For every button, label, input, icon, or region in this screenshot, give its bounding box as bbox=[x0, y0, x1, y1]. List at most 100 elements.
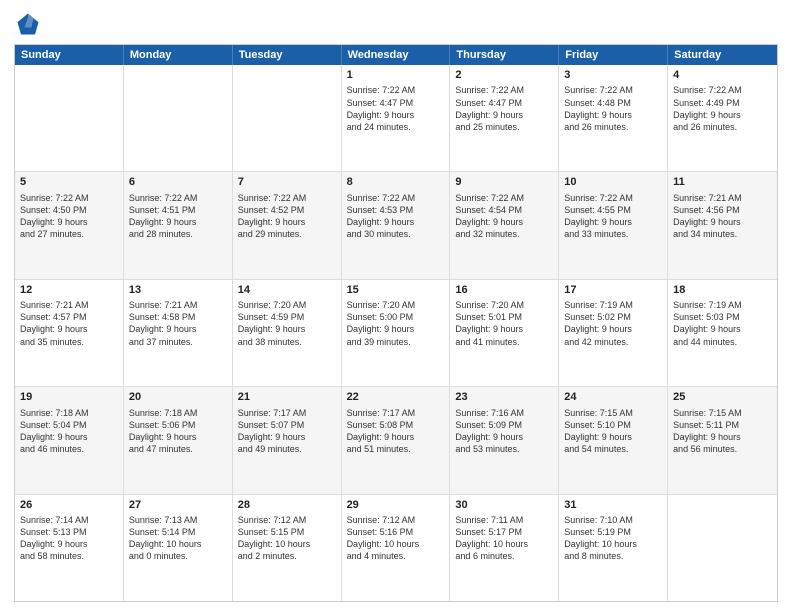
calendar-cell: 28Sunrise: 7:12 AM Sunset: 5:15 PM Dayli… bbox=[233, 495, 342, 601]
cell-info: Sunrise: 7:22 AM Sunset: 4:49 PM Dayligh… bbox=[673, 84, 772, 133]
weekday-header-sunday: Sunday bbox=[15, 45, 124, 65]
cell-info: Sunrise: 7:21 AM Sunset: 4:58 PM Dayligh… bbox=[129, 299, 227, 348]
day-number: 16 bbox=[455, 283, 553, 298]
day-number: 21 bbox=[238, 390, 336, 405]
header bbox=[14, 10, 778, 38]
cell-info: Sunrise: 7:18 AM Sunset: 5:06 PM Dayligh… bbox=[129, 407, 227, 456]
day-number: 13 bbox=[129, 283, 227, 298]
day-number: 28 bbox=[238, 498, 336, 513]
calendar-cell: 19 Sunrise: 7:18 AM Sunset: 5:04 PM Dayli… bbox=[15, 387, 124, 493]
calendar-cell: 21 Sunrise: 7:17 AM Sunset: 5:07 PM Dayli… bbox=[233, 387, 342, 493]
cell-info: Sunrise: 7:16 AM Sunset: 5:09 PM Dayligh… bbox=[455, 407, 553, 456]
calendar-cell: 13Sunrise: 7:21 AM Sunset: 4:58 PM Dayli… bbox=[124, 280, 233, 386]
day-number: 8 bbox=[347, 175, 445, 190]
calendar-cell: 23 Sunrise: 7:16 AM Sunset: 5:09 PM Dayli… bbox=[450, 387, 559, 493]
weekday-header-monday: Monday bbox=[124, 45, 233, 65]
calendar-cell: 18Sunrise: 7:19 AM Sunset: 5:03 PM Dayli… bbox=[668, 280, 777, 386]
day-number: 22 bbox=[347, 390, 445, 405]
cell-info: Sunrise: 7:20 AM Sunset: 4:59 PM Dayligh… bbox=[238, 299, 336, 348]
cell-info: Sunrise: 7:21 AM Sunset: 4:56 PM Dayligh… bbox=[673, 192, 772, 241]
calendar-row-4: 19 Sunrise: 7:18 AM Sunset: 5:04 PM Dayli… bbox=[15, 387, 777, 494]
calendar-row-2: 5Sunrise: 7:22 AM Sunset: 4:50 PM Daylig… bbox=[15, 172, 777, 279]
calendar-cell: 12Sunrise: 7:21 AM Sunset: 4:57 PM Dayli… bbox=[15, 280, 124, 386]
calendar-cell: 26Sunrise: 7:14 AM Sunset: 5:13 PM Dayli… bbox=[15, 495, 124, 601]
cell-info: Sunrise: 7:20 AM Sunset: 5:00 PM Dayligh… bbox=[347, 299, 445, 348]
day-number: 23 bbox=[455, 390, 553, 405]
calendar-cell: 1Sunrise: 7:22 AM Sunset: 4:47 PM Daylig… bbox=[342, 65, 451, 171]
cell-info: Sunrise: 7:19 AM Sunset: 5:03 PM Dayligh… bbox=[673, 299, 772, 348]
calendar-cell: 9Sunrise: 7:22 AM Sunset: 4:54 PM Daylig… bbox=[450, 172, 559, 278]
day-number: 3 bbox=[564, 68, 662, 83]
day-number: 26 bbox=[20, 498, 118, 513]
calendar-header: SundayMondayTuesdayWednesdayThursdayFrid… bbox=[15, 45, 777, 65]
cell-info: Sunrise: 7:22 AM Sunset: 4:51 PM Dayligh… bbox=[129, 192, 227, 241]
day-number: 29 bbox=[347, 498, 445, 513]
calendar-cell: 10Sunrise: 7:22 AM Sunset: 4:55 PM Dayli… bbox=[559, 172, 668, 278]
page: SundayMondayTuesdayWednesdayThursdayFrid… bbox=[0, 0, 792, 612]
day-number: 24 bbox=[564, 390, 662, 405]
cell-info: Sunrise: 7:22 AM Sunset: 4:52 PM Dayligh… bbox=[238, 192, 336, 241]
day-number: 25 bbox=[673, 390, 772, 405]
calendar-cell: 29Sunrise: 7:12 AM Sunset: 5:16 PM Dayli… bbox=[342, 495, 451, 601]
weekday-header-tuesday: Tuesday bbox=[233, 45, 342, 65]
cell-info: Sunrise: 7:15 AM Sunset: 5:11 PM Dayligh… bbox=[673, 407, 772, 456]
weekday-header-saturday: Saturday bbox=[668, 45, 777, 65]
day-number: 30 bbox=[455, 498, 553, 513]
cell-info: Sunrise: 7:18 AM Sunset: 5:04 PM Dayligh… bbox=[20, 407, 118, 456]
calendar-row-5: 26Sunrise: 7:14 AM Sunset: 5:13 PM Dayli… bbox=[15, 495, 777, 601]
calendar-cell: 25 Sunrise: 7:15 AM Sunset: 5:11 PM Dayli… bbox=[668, 387, 777, 493]
calendar-row-3: 12Sunrise: 7:21 AM Sunset: 4:57 PM Dayli… bbox=[15, 280, 777, 387]
day-number: 4 bbox=[673, 68, 772, 83]
cell-info: Sunrise: 7:12 AM Sunset: 5:15 PM Dayligh… bbox=[238, 514, 336, 563]
calendar-cell: 4Sunrise: 7:22 AM Sunset: 4:49 PM Daylig… bbox=[668, 65, 777, 171]
day-number: 10 bbox=[564, 175, 662, 190]
calendar-cell: 5Sunrise: 7:22 AM Sunset: 4:50 PM Daylig… bbox=[15, 172, 124, 278]
cell-info: Sunrise: 7:22 AM Sunset: 4:47 PM Dayligh… bbox=[347, 84, 445, 133]
cell-info: Sunrise: 7:22 AM Sunset: 4:47 PM Dayligh… bbox=[455, 84, 553, 133]
weekday-header-friday: Friday bbox=[559, 45, 668, 65]
calendar-cell: 8 Sunrise: 7:22 AM Sunset: 4:53 PM Daylig… bbox=[342, 172, 451, 278]
cell-info: Sunrise: 7:17 AM Sunset: 5:07 PM Dayligh… bbox=[238, 407, 336, 456]
calendar-cell: 27Sunrise: 7:13 AM Sunset: 5:14 PM Dayli… bbox=[124, 495, 233, 601]
cell-info: Sunrise: 7:10 AM Sunset: 5:19 PM Dayligh… bbox=[564, 514, 662, 563]
day-number: 1 bbox=[347, 68, 445, 83]
day-number: 31 bbox=[564, 498, 662, 513]
day-number: 5 bbox=[20, 175, 118, 190]
cell-info: Sunrise: 7:13 AM Sunset: 5:14 PM Dayligh… bbox=[129, 514, 227, 563]
calendar-row-1: 1Sunrise: 7:22 AM Sunset: 4:47 PM Daylig… bbox=[15, 65, 777, 172]
calendar-cell: 6 Sunrise: 7:22 AM Sunset: 4:51 PM Daylig… bbox=[124, 172, 233, 278]
day-number: 20 bbox=[129, 390, 227, 405]
cell-info: Sunrise: 7:22 AM Sunset: 4:48 PM Dayligh… bbox=[564, 84, 662, 133]
cell-info: Sunrise: 7:11 AM Sunset: 5:17 PM Dayligh… bbox=[455, 514, 553, 563]
day-number: 6 bbox=[129, 175, 227, 190]
calendar-cell bbox=[124, 65, 233, 171]
calendar-cell: 31Sunrise: 7:10 AM Sunset: 5:19 PM Dayli… bbox=[559, 495, 668, 601]
day-number: 11 bbox=[673, 175, 772, 190]
day-number: 19 bbox=[20, 390, 118, 405]
day-number: 7 bbox=[238, 175, 336, 190]
cell-info: Sunrise: 7:20 AM Sunset: 5:01 PM Dayligh… bbox=[455, 299, 553, 348]
calendar-cell: 22 Sunrise: 7:17 AM Sunset: 5:08 PM Dayli… bbox=[342, 387, 451, 493]
day-number: 17 bbox=[564, 283, 662, 298]
cell-info: Sunrise: 7:14 AM Sunset: 5:13 PM Dayligh… bbox=[20, 514, 118, 563]
day-number: 2 bbox=[455, 68, 553, 83]
calendar-cell: 16Sunrise: 7:20 AM Sunset: 5:01 PM Dayli… bbox=[450, 280, 559, 386]
calendar-cell: 2Sunrise: 7:22 AM Sunset: 4:47 PM Daylig… bbox=[450, 65, 559, 171]
calendar-cell: 30Sunrise: 7:11 AM Sunset: 5:17 PM Dayli… bbox=[450, 495, 559, 601]
cell-info: Sunrise: 7:22 AM Sunset: 4:54 PM Dayligh… bbox=[455, 192, 553, 241]
calendar-cell bbox=[668, 495, 777, 601]
logo-icon bbox=[14, 10, 42, 38]
weekday-header-wednesday: Wednesday bbox=[342, 45, 451, 65]
cell-info: Sunrise: 7:19 AM Sunset: 5:02 PM Dayligh… bbox=[564, 299, 662, 348]
calendar-cell: 24Sunrise: 7:15 AM Sunset: 5:10 PM Dayli… bbox=[559, 387, 668, 493]
weekday-header-thursday: Thursday bbox=[450, 45, 559, 65]
calendar-body: 1Sunrise: 7:22 AM Sunset: 4:47 PM Daylig… bbox=[15, 65, 777, 601]
cell-info: Sunrise: 7:22 AM Sunset: 4:53 PM Dayligh… bbox=[347, 192, 445, 241]
calendar-cell: 7 Sunrise: 7:22 AM Sunset: 4:52 PM Daylig… bbox=[233, 172, 342, 278]
calendar-cell: 11 Sunrise: 7:21 AM Sunset: 4:56 PM Dayli… bbox=[668, 172, 777, 278]
calendar-cell: 15Sunrise: 7:20 AM Sunset: 5:00 PM Dayli… bbox=[342, 280, 451, 386]
cell-info: Sunrise: 7:17 AM Sunset: 5:08 PM Dayligh… bbox=[347, 407, 445, 456]
calendar: SundayMondayTuesdayWednesdayThursdayFrid… bbox=[14, 44, 778, 602]
calendar-cell bbox=[233, 65, 342, 171]
cell-info: Sunrise: 7:21 AM Sunset: 4:57 PM Dayligh… bbox=[20, 299, 118, 348]
